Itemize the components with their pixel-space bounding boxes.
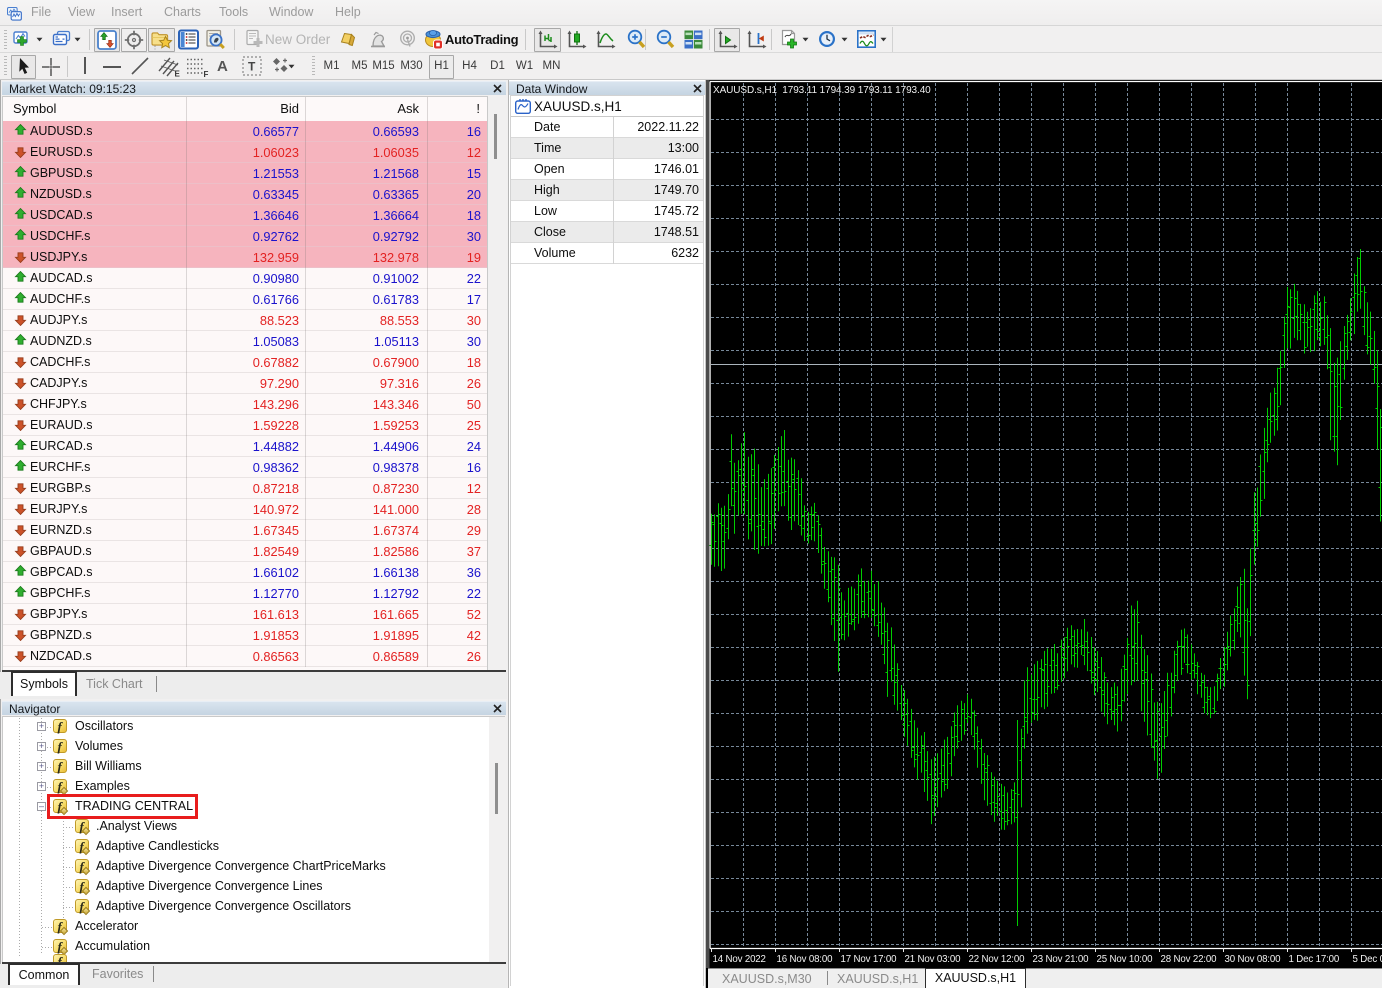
svg-text:T: T <box>248 60 256 74</box>
svg-text:E: E <box>175 70 181 79</box>
svg-text:14 Nov 2022: 14 Nov 2022 <box>713 954 766 965</box>
svg-text:21 Nov 03:00: 21 Nov 03:00 <box>905 954 962 965</box>
svg-text:XAUUSD.s,H1 1793.11 1794.39 1: XAUUSD.s,H1 1793.11 1794.39 1793.11 1793… <box>713 85 931 96</box>
svg-text:28 Nov 22:00: 28 Nov 22:00 <box>1161 954 1218 965</box>
svg-text:16 Nov 08:00: 16 Nov 08:00 <box>777 954 834 965</box>
svg-text:1 Dec 17:00: 1 Dec 17:00 <box>1289 954 1340 965</box>
svg-text:F: F <box>204 70 209 78</box>
svg-text:25 Nov 10:00: 25 Nov 10:00 <box>1097 954 1154 965</box>
svg-text:22 Nov 12:00: 22 Nov 12:00 <box>969 954 1026 965</box>
svg-text:30 Nov 08:00: 30 Nov 08:00 <box>1225 954 1282 965</box>
svg-text:17 Nov 17:00: 17 Nov 17:00 <box>841 954 898 965</box>
svg-text:5 Dec 03:00: 5 Dec 03:00 <box>1353 954 1382 965</box>
svg-text:23 Nov 21:00: 23 Nov 21:00 <box>1033 954 1090 965</box>
